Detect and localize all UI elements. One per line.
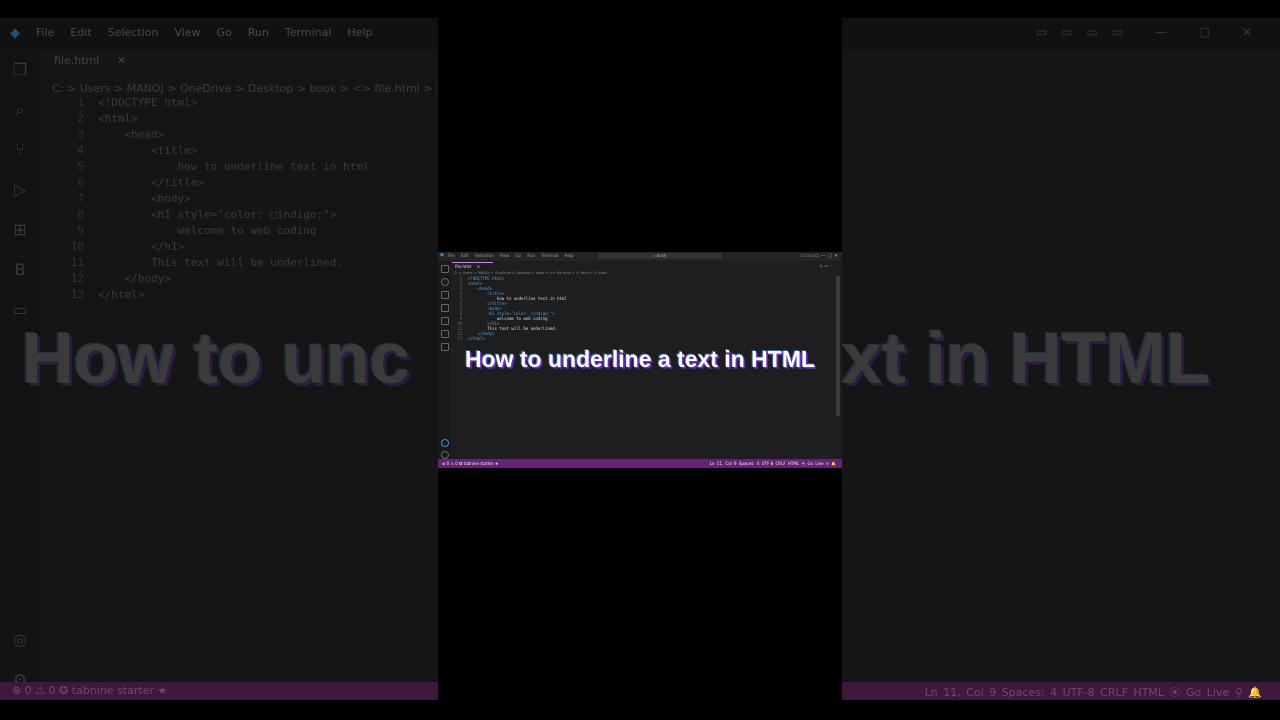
video-caption: How to underline a text in HTML — [464, 346, 816, 372]
bg-code-line: 11 This text will be underlined. — [70, 256, 344, 269]
extensions-icon[interactable] — [441, 317, 449, 325]
bg-explorer-icon: ❐ — [12, 60, 28, 79]
bg-code-line: 6 </title> — [77, 176, 204, 189]
title-bar: ◆ File Edit Selection View Go Run Termin… — [438, 252, 842, 261]
explorer-icon[interactable] — [441, 265, 449, 273]
bg-code-line: 2 <html> — [77, 112, 138, 125]
menu-go[interactable]: Go — [516, 253, 522, 258]
run-split-icons[interactable]: ▷ ▭ ⋯ — [820, 263, 833, 268]
bg-b-icon: B — [14, 260, 26, 279]
account-icon[interactable] — [441, 439, 449, 447]
run-debug-icon[interactable] — [441, 304, 449, 312]
menu-file[interactable]: File — [448, 253, 455, 258]
bg-source-control-icon: ⑂ — [15, 140, 25, 159]
menu-bar: File Edit Selection View Go Run Terminal… — [448, 253, 579, 258]
bg-code-line: 13 </html> — [70, 288, 145, 301]
bg-code-line: 9 welcome to web coding — [77, 224, 317, 237]
menu-run[interactable]: Run — [527, 253, 535, 258]
search-icon[interactable] — [441, 278, 449, 286]
bg-menu-selection: Selection — [107, 26, 159, 39]
vscode-logo-icon: ◆ — [440, 252, 444, 258]
tab-close-icon[interactable]: ✕ — [477, 264, 480, 269]
bg-menu-items: File Edit Selection View Go Run Terminal… — [36, 26, 388, 39]
menu-help[interactable]: Help — [564, 253, 573, 258]
source-control-icon[interactable] — [441, 291, 449, 299]
code-line: 13 </html> — [457, 336, 485, 341]
menu-view[interactable]: View — [500, 253, 510, 258]
settings-gear-icon[interactable] — [441, 451, 449, 459]
bg-code-line: 1 <!DOCTYPE html> — [77, 96, 198, 109]
b-icon[interactable] — [441, 330, 449, 338]
command-search-box[interactable]: ⌕ book — [598, 253, 722, 259]
status-bar: ⊗ 0 ⚠ 0 ✪ tabnine starter ★ Ln 11, Col 9… — [438, 459, 842, 468]
menu-edit[interactable]: Edit — [461, 253, 469, 258]
bg-code-line: 4 <title> — [77, 144, 198, 157]
bg-breadcrumb: C: > Users > MANOJ > OneDrive > Desktop … — [52, 82, 489, 95]
bg-window-controls: ▭▭▭▭ — ▢ ✕ — [1035, 25, 1266, 39]
bg-run-debug-icon: ▷ — [13, 180, 27, 199]
bg-code-line: 5 how to underline text in html — [77, 160, 370, 173]
bg-menu-go: Go — [216, 26, 232, 39]
bg-tab-label: file.html — [54, 54, 100, 67]
menu-selection[interactable]: Selection — [475, 253, 493, 258]
bg-extensions-icon: ⊞ — [13, 220, 27, 239]
bg-status-left: ⊗ 0 ⚠ 0 ✪ tabnine starter ★ — [12, 684, 168, 697]
bg-menu-help: Help — [347, 26, 373, 39]
bg-caption-right: xt in HTML — [842, 319, 1210, 399]
bg-folder-icon: ▭ — [12, 300, 28, 319]
bg-code-line: 8 <h1 style="color: □indigo;"> — [77, 208, 337, 221]
bg-menu-file: File — [36, 26, 55, 39]
bg-account-icon: ◎ — [13, 630, 27, 649]
bg-caption-left: How to unc — [22, 319, 410, 399]
menu-terminal[interactable]: Terminal — [541, 253, 558, 258]
bg-status-right: Ln 11, Col 9 Spaces: 4 UTF-8 CRLF HTML ⦿… — [924, 686, 1262, 699]
editor-tab-label: file.html — [455, 264, 472, 269]
bg-tab-close-icon: ✕ — [116, 54, 127, 67]
bg-menu-run: Run — [247, 26, 269, 39]
vertical-scrollbar[interactable] — [836, 276, 840, 416]
status-left[interactable]: ⊗ 0 ⚠ 0 ✪ tabnine starter ★ — [442, 461, 499, 466]
bg-code-line: 12 </body> — [70, 272, 171, 285]
bg-menu-view: View — [174, 26, 201, 39]
bg-menu-edit: Edit — [70, 26, 92, 39]
bg-code-line: 10 </h1> — [70, 240, 185, 253]
bg-menu-terminal: Terminal — [284, 26, 332, 39]
status-right[interactable]: Ln 11, Col 9 Spaces: 4 UTF-8 CRLF HTML ⦿… — [710, 461, 836, 467]
editor-tab[interactable]: file.html ✕ — [452, 262, 493, 270]
bg-editor-tab: file.html ✕ — [54, 54, 144, 74]
bg-search-icon: ⌕ — [15, 100, 25, 119]
bg-code-line: 3 <head> — [77, 128, 165, 141]
window-controls[interactable]: ▭▭▭▭ — ▢ ✕ — [800, 253, 838, 259]
bg-code-line: 7 <body> — [77, 192, 191, 205]
vscode-logo-icon: ◆ — [10, 26, 20, 41]
